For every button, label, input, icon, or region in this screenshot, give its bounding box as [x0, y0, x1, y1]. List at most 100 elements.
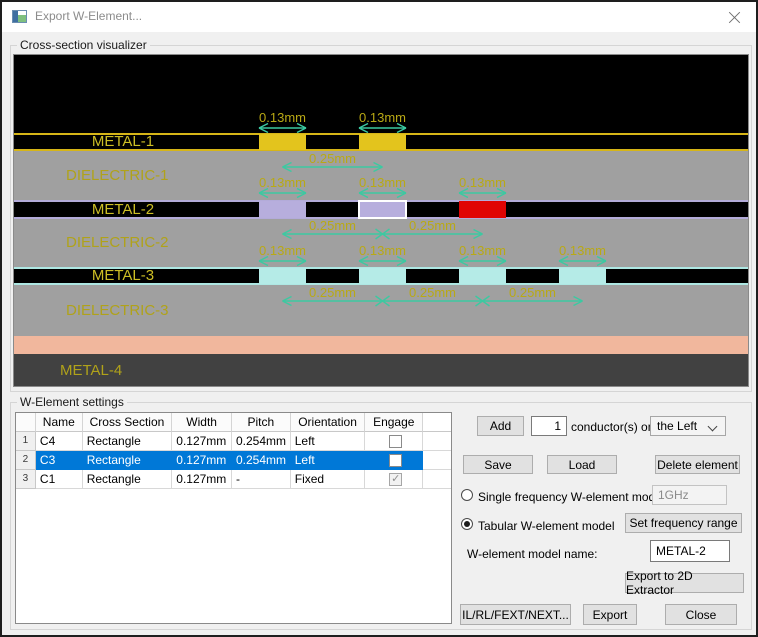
cell-filler — [423, 432, 451, 451]
cell-pitch: 0.254mm — [232, 432, 291, 451]
layer-label-dielectric-3: DIELECTRIC-3 — [66, 302, 169, 319]
cell-cross_section: Rectangle — [83, 451, 173, 470]
close-icon — [729, 11, 741, 23]
cell-num: 1 — [16, 432, 36, 451]
cell-num: 3 — [16, 470, 36, 489]
cell-name: C3 — [36, 451, 83, 470]
delete-element-button[interactable]: Delete element — [655, 455, 740, 474]
dim-width-metal-3-c2: 0.13mm — [459, 244, 506, 257]
close-button[interactable] — [718, 2, 752, 32]
cell-engage[interactable] — [365, 432, 423, 451]
conductor-metal-2-c2[interactable] — [459, 201, 506, 218]
dim-width-metal-3-c1: 0.13mm — [359, 244, 406, 257]
dim-pitch-metal-3-seg1: 0.25mm — [409, 286, 456, 299]
conductor-position-value: the Left — [657, 419, 697, 433]
conductor-metal-3-c2[interactable] — [459, 268, 506, 284]
conductor-metal-3-c3[interactable] — [559, 268, 606, 284]
cross-section-group-label: Cross-section visualizer — [17, 38, 150, 52]
export-button[interactable]: Export — [583, 604, 637, 625]
cell-orientation: Fixed — [291, 470, 366, 489]
cell-name: C4 — [36, 432, 83, 451]
cell-filler — [423, 451, 451, 470]
cell-num: 2 — [16, 451, 36, 470]
tabular-model-label: Tabular W-element model — [478, 519, 615, 533]
set-frequency-range-button[interactable]: Set frequency range — [625, 513, 742, 533]
app-icon — [12, 10, 27, 23]
conductors-on-label: conductor(s) on — [571, 420, 654, 434]
table-row[interactable]: 3C1Rectangle0.127mm-Fixed ✓ — [16, 470, 451, 489]
table-header-row: NameCross SectionWidthPitchOrientationEn… — [16, 413, 451, 432]
export-w-element-dialog: Export W-Element... Cross-section visual… — [0, 0, 758, 637]
table-header-Orientation: Orientation — [291, 413, 366, 432]
close-dialog-button[interactable]: Close — [665, 604, 737, 625]
cell-width: 0.127mm — [172, 451, 232, 470]
w-element-table[interactable]: NameCross SectionWidthPitchOrientationEn… — [15, 412, 452, 624]
layer-label-dielectric-2: DIELECTRIC-2 — [66, 234, 169, 251]
dim-pitch-metal-2-seg1: 0.25mm — [409, 219, 456, 232]
table-header-Width: Width — [172, 413, 232, 432]
dim-pitch-metal-2-seg0: 0.25mm — [309, 219, 356, 232]
table-header-Cross Section: Cross Section — [83, 413, 173, 432]
cell-width: 0.127mm — [172, 470, 232, 489]
layer-metal-4 — [14, 354, 748, 387]
add-button[interactable]: Add — [477, 416, 524, 436]
table-row[interactable]: 1C4Rectangle0.127mm0.254mmLeft — [16, 432, 451, 451]
dim-width-metal-1-c1: 0.13mm — [359, 111, 406, 124]
single-frequency-radio[interactable] — [461, 489, 473, 501]
layer-label-metal-4: METAL-4 — [60, 362, 122, 379]
dim-pitch-metal-1-seg0: 0.25mm — [309, 152, 356, 165]
conductor-metal-2-c1-selected[interactable] — [358, 200, 407, 219]
layer-solder-mask — [14, 336, 748, 354]
table-header-Engage: Engage — [365, 413, 423, 432]
engage-checkbox[interactable] — [389, 435, 402, 448]
conductor-metal-1-c0[interactable] — [259, 134, 306, 150]
conductor-position-select[interactable]: the Left — [650, 416, 726, 436]
conductor-metal-3-c1[interactable] — [359, 268, 406, 284]
frequency-input: 1GHz — [652, 485, 727, 505]
dim-width-metal-2-c1: 0.13mm — [359, 176, 406, 189]
cell-width: 0.127mm — [172, 432, 232, 451]
single-frequency-label: Single frequency W-element model — [478, 490, 665, 504]
layer-label-dielectric-1: DIELECTRIC-1 — [66, 167, 169, 184]
cell-pitch: - — [232, 470, 291, 489]
layer-label-metal-2: METAL-2 — [92, 201, 154, 218]
engage-checkbox: ✓ — [389, 473, 402, 486]
dim-width-metal-1-c0: 0.13mm — [259, 111, 306, 124]
cell-orientation: Left — [291, 432, 366, 451]
il-rl-fext-next-button[interactable]: IL/RL/FEXT/NEXT... — [460, 604, 571, 625]
load-button[interactable]: Load — [547, 455, 617, 474]
cell-filler — [423, 470, 451, 489]
dim-width-metal-3-c0: 0.13mm — [259, 244, 306, 257]
cell-orientation: Left — [291, 451, 366, 470]
cell-name: C1 — [36, 470, 83, 489]
conductor-metal-1-c1[interactable] — [359, 134, 406, 150]
layer-label-metal-3: METAL-3 — [92, 267, 154, 284]
model-name-label: W-element model name: — [467, 547, 598, 561]
export-2d-extractor-button[interactable]: Export to 2D Extractor — [625, 573, 744, 593]
conductor-count-input[interactable]: 1 — [531, 416, 567, 436]
cell-cross_section: Rectangle — [83, 432, 173, 451]
engage-checkbox[interactable] — [389, 454, 402, 467]
dim-width-metal-2-c2: 0.13mm — [459, 176, 506, 189]
table-row[interactable]: 2C3Rectangle0.127mm0.254mmLeft — [16, 451, 451, 470]
conductor-metal-3-c0[interactable] — [259, 268, 306, 284]
table-header-Pitch: Pitch — [232, 413, 291, 432]
titlebar: Export W-Element... — [2, 2, 756, 32]
dim-width-metal-2-c0: 0.13mm — [259, 176, 306, 189]
table-header-Name: Name — [36, 413, 83, 432]
window-title: Export W-Element... — [35, 9, 142, 23]
dim-pitch-metal-3-seg2: 0.25mm — [509, 286, 556, 299]
model-name-input[interactable]: METAL-2 — [650, 540, 730, 562]
w-element-settings-group-label: W-Element settings — [17, 395, 127, 409]
cross-section-canvas: METAL-1DIELECTRIC-1METAL-2DIELECTRIC-2ME… — [13, 54, 749, 387]
save-button[interactable]: Save — [463, 455, 533, 474]
cell-engage[interactable]: ✓ — [365, 470, 423, 489]
tabular-model-radio[interactable] — [461, 518, 473, 530]
table-header-col0 — [16, 413, 36, 432]
conductor-metal-2-c0[interactable] — [259, 201, 306, 218]
cell-cross_section: Rectangle — [83, 470, 173, 489]
dim-pitch-metal-3-seg0: 0.25mm — [309, 286, 356, 299]
dim-width-metal-3-c3: 0.13mm — [559, 244, 606, 257]
cell-engage[interactable] — [365, 451, 423, 470]
cell-pitch: 0.254mm — [232, 451, 291, 470]
